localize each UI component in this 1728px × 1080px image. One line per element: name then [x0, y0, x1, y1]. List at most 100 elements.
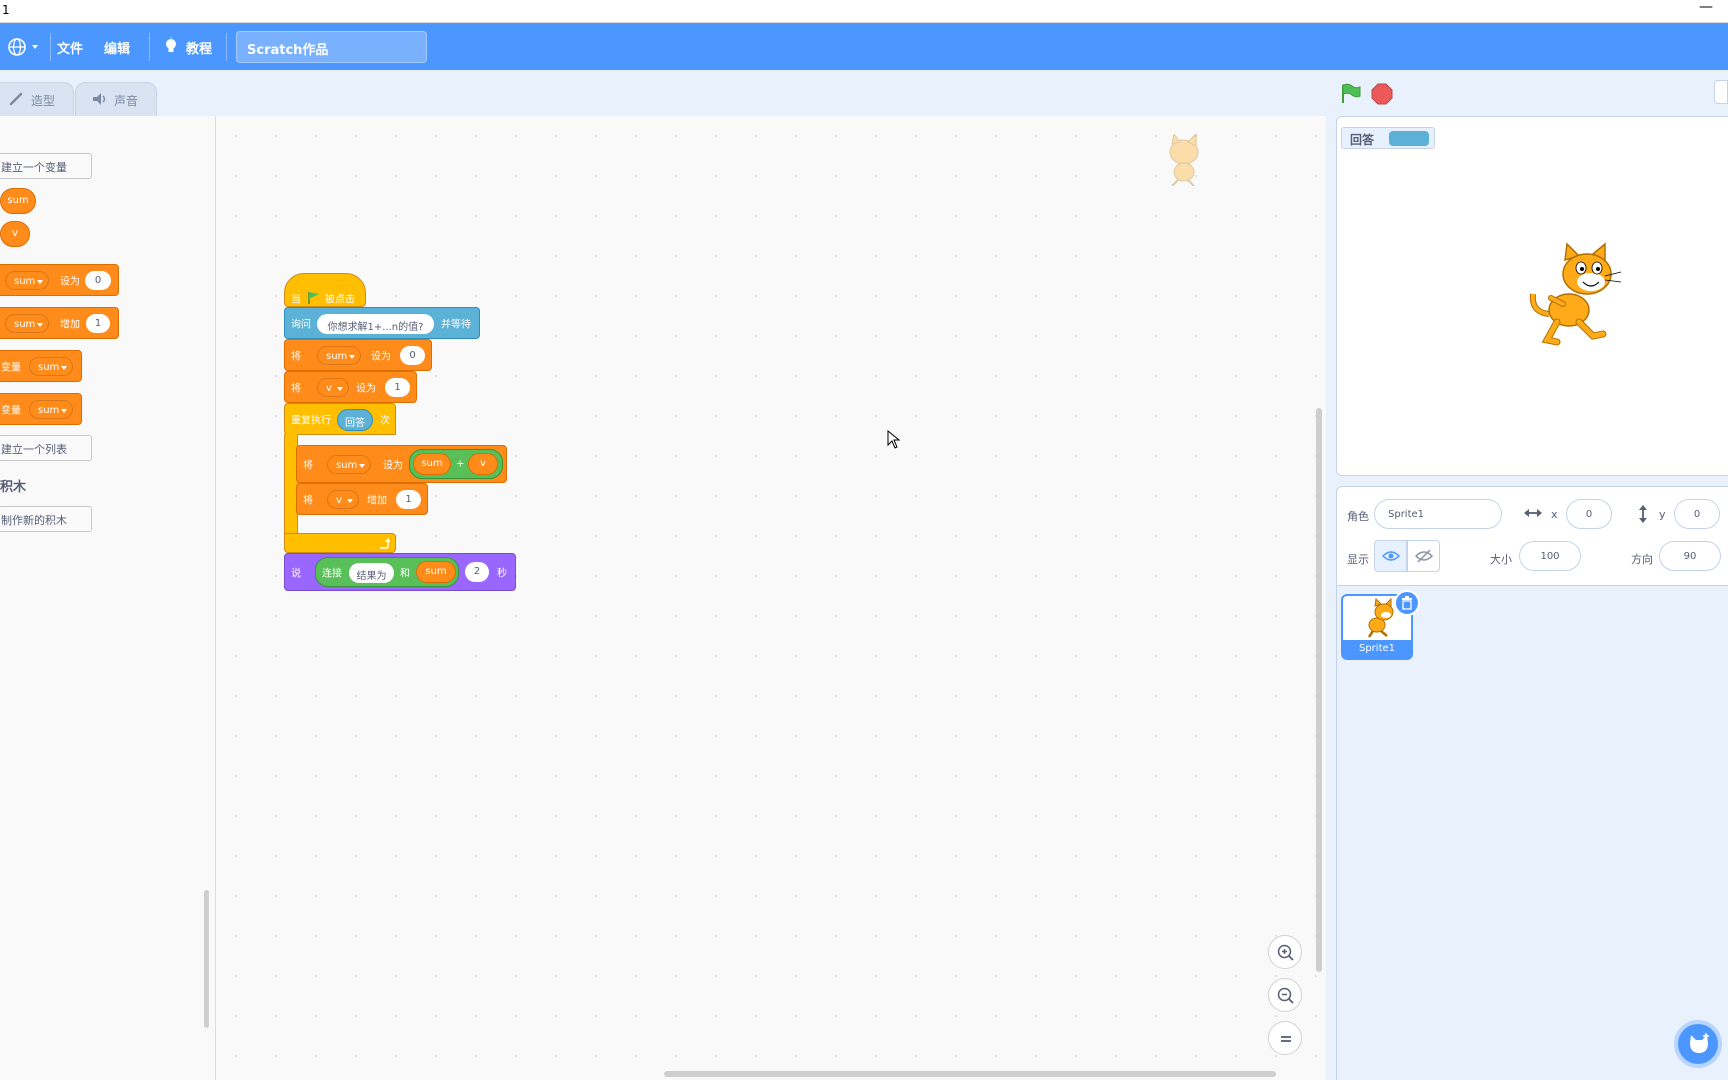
join-operator[interactable]: 连接 结果为 和 sum — [315, 557, 459, 587]
when-flag-clicked-block[interactable]: 当 被点击 — [284, 273, 366, 307]
variable-reporter-sum[interactable]: sum — [0, 188, 36, 214]
add-sprite-button[interactable] — [1674, 1020, 1722, 1068]
sprite-name-input[interactable]: Sprite1 — [1374, 499, 1502, 529]
x-input[interactable]: 0 — [1566, 499, 1612, 529]
project-title-input[interactable]: Scratch作品 — [236, 31, 427, 63]
x-arrows-icon — [1524, 509, 1542, 517]
hide-sprite-button[interactable] — [1407, 540, 1440, 572]
hat-when-label: 当 — [291, 294, 301, 306]
hat-clicked-label: 被点击 — [325, 294, 355, 306]
equals-icon — [1281, 1036, 1291, 1042]
minimize-button[interactable]: — — [1694, 0, 1718, 20]
eye-icon — [1382, 551, 1400, 561]
say-label: 说 — [291, 568, 301, 580]
zoom-reset-button[interactable] — [1268, 1021, 1302, 1055]
value-input[interactable]: 1 — [385, 378, 410, 397]
hide-variable-block[interactable]: 变量 sum — [0, 393, 82, 425]
y-label: y — [1659, 508, 1666, 521]
repeat-times-label: 次 — [380, 415, 390, 427]
repeat-block[interactable]: 重复执行 回答 次 — [284, 403, 396, 435]
set-label: 设为 — [60, 276, 80, 288]
variable-dropdown[interactable]: sum — [29, 400, 73, 419]
sprite-thumbnail-label: Sprite1 — [1343, 640, 1411, 658]
variable-dropdown[interactable]: sum — [5, 314, 49, 333]
language-menu[interactable] — [6, 36, 42, 58]
repeat-label: 重复执行 — [291, 415, 331, 427]
globe-icon — [8, 38, 38, 56]
trash-icon — [1402, 596, 1412, 610]
answer-monitor-label: 回答 — [1350, 133, 1375, 147]
menu-tutorials[interactable]: 教程 — [186, 38, 212, 57]
show-variable-block[interactable]: 变量 sum — [0, 350, 82, 382]
stop-button[interactable] — [1371, 83, 1393, 105]
set-v-block[interactable]: 将 v 设为 1 — [284, 371, 417, 403]
set-to-label: 设为 — [356, 383, 376, 395]
variable-dropdown[interactable]: sum — [327, 455, 371, 474]
menu-separator — [226, 33, 227, 61]
variable-dropdown[interactable]: v — [317, 378, 349, 397]
make-variable-button[interactable]: 建立一个变量 — [0, 153, 92, 179]
delete-sprite-button[interactable] — [1394, 590, 1420, 616]
cat-plus-icon — [1690, 1033, 1709, 1053]
value-input[interactable]: 0 — [400, 346, 425, 365]
green-flag-button[interactable] — [1339, 83, 1361, 105]
variable-dropdown[interactable]: sum — [5, 271, 49, 290]
tab-costumes[interactable]: 造型 — [0, 82, 74, 116]
show-sprite-button[interactable] — [1374, 540, 1407, 572]
code-area[interactable]: 当 被点击 询问 你想求解1+...n的值? 并等待 将 sum 设为 0 将 — [216, 116, 1326, 1080]
value-input[interactable]: 1 — [396, 490, 421, 509]
set-sum-add-block[interactable]: 将 sum 设为 sum + v — [296, 445, 507, 483]
variable-dropdown[interactable]: sum — [29, 357, 73, 376]
stage-size-toggle[interactable] — [1714, 80, 1728, 104]
variable-dropdown[interactable]: v — [327, 490, 359, 509]
make-list-button[interactable]: 建立一个列表 — [0, 435, 92, 461]
y-input[interactable]: 0 — [1674, 499, 1720, 529]
tab-sounds[interactable]: 声音 — [75, 82, 157, 116]
add-operator[interactable]: sum + v — [409, 449, 503, 479]
answer-monitor: 回答 — [1341, 127, 1435, 149]
variable-dropdown[interactable]: sum — [317, 346, 361, 365]
change-by-label: 增加 — [367, 495, 387, 507]
menu-edit[interactable]: 编辑 — [104, 38, 130, 57]
ask-and-wait-block[interactable]: 询问 你想求解1+...n的值? 并等待 — [284, 307, 480, 339]
make-block-button[interactable]: 制作新的积木 — [0, 506, 92, 532]
value-input[interactable]: 1 — [86, 314, 110, 333]
set-to-label: 设为 — [371, 351, 391, 363]
v-reporter[interactable]: v — [468, 453, 498, 475]
sprite-list-pane — [1336, 586, 1728, 1080]
set-variable-block[interactable]: sum 设为 0 — [0, 264, 119, 296]
value-input[interactable]: 0 — [85, 271, 111, 290]
sum-reporter[interactable]: sum — [416, 561, 456, 583]
zoom-out-button[interactable] — [1268, 978, 1302, 1012]
change-label: 将 — [303, 495, 313, 507]
repeat-footer — [284, 533, 396, 553]
sum-reporter[interactable]: sum — [413, 453, 451, 475]
lightbulb-icon — [166, 37, 176, 52]
stage[interactable]: 回答 — [1336, 116, 1728, 476]
question-input[interactable]: 你想求解1+...n的值? — [317, 314, 434, 334]
variable-reporter-v[interactable]: v — [0, 221, 30, 247]
direction-input[interactable]: 90 — [1659, 541, 1721, 571]
join-text-input[interactable]: 结果为 — [349, 563, 394, 583]
menu-separator — [149, 33, 150, 61]
hide-variable-label: 变量 — [1, 405, 21, 417]
change-variable-block[interactable]: sum 增加 1 — [0, 307, 119, 339]
block-palette: 建立一个变量 sum v sum 设为 0 sum 增加 1 变量 sum 变量… — [0, 116, 216, 1080]
set-sum-block[interactable]: 将 sum 设为 0 — [284, 339, 432, 371]
mouse-cursor-icon — [887, 430, 901, 449]
code-vertical-scrollbar[interactable] — [1316, 408, 1322, 972]
palette-scrollbar[interactable] — [204, 890, 209, 1028]
cat-sprite[interactable] — [1527, 242, 1627, 346]
change-v-block[interactable]: 将 v 增加 1 — [296, 483, 428, 515]
secs-input[interactable]: 2 — [465, 562, 489, 582]
join-and-label: 和 — [400, 568, 410, 580]
code-horizontal-scrollbar[interactable] — [664, 1071, 1276, 1077]
answer-reporter[interactable]: 回答 — [337, 409, 373, 431]
menu-file[interactable]: 文件 — [57, 38, 83, 57]
menu-bar: 文件 编辑 教程 Scratch作品 — [0, 23, 1728, 70]
show-variable-label: 变量 — [1, 362, 21, 374]
zoom-in-button[interactable] — [1268, 935, 1302, 969]
say-for-secs-block[interactable]: 说 连接 结果为 和 sum 2 秒 — [284, 553, 516, 591]
size-input[interactable]: 100 — [1519, 541, 1581, 571]
set-label: 将 — [303, 460, 313, 472]
